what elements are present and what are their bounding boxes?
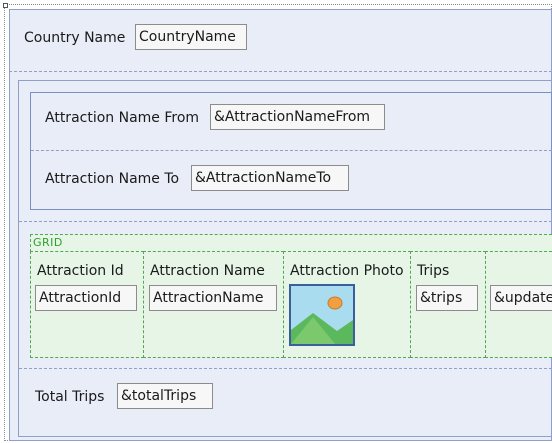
attraction-name-to-field[interactable]: &AttractionNameTo — [191, 165, 349, 191]
total-trips-label: Total Trips — [35, 389, 105, 405]
update-field[interactable]: &update — [490, 285, 552, 311]
section-divider — [19, 368, 552, 369]
image-icon — [291, 286, 353, 344]
grid-header-attraction-photo: Attraction Photo — [290, 263, 404, 279]
attraction-name-from-label: Attraction Name From — [45, 110, 200, 126]
grid-header-attraction-name: Attraction Name — [150, 263, 265, 279]
grid-title: GRID — [33, 236, 63, 249]
filter-divider — [31, 150, 552, 151]
attraction-name-from-field[interactable]: &AttractionNameFrom — [210, 104, 385, 130]
attraction-name-to-label: Attraction Name To — [45, 171, 180, 187]
photo-placeholder-icon[interactable] — [289, 284, 355, 346]
attraction-id-field[interactable]: AttractionId — [35, 285, 137, 311]
grid-header-attraction-id: Attraction Id — [37, 263, 124, 279]
country-name-field[interactable]: CountryName — [135, 24, 247, 50]
resize-handle[interactable] — [3, 3, 8, 8]
grid-header-trips: Trips — [417, 263, 450, 279]
country-name-label: Country Name — [24, 30, 126, 46]
total-trips-field[interactable]: &totalTrips — [117, 383, 213, 409]
section-divider — [19, 221, 552, 222]
trips-field[interactable]: &trips — [416, 285, 478, 311]
attraction-name-field[interactable]: AttractionName — [149, 285, 277, 311]
